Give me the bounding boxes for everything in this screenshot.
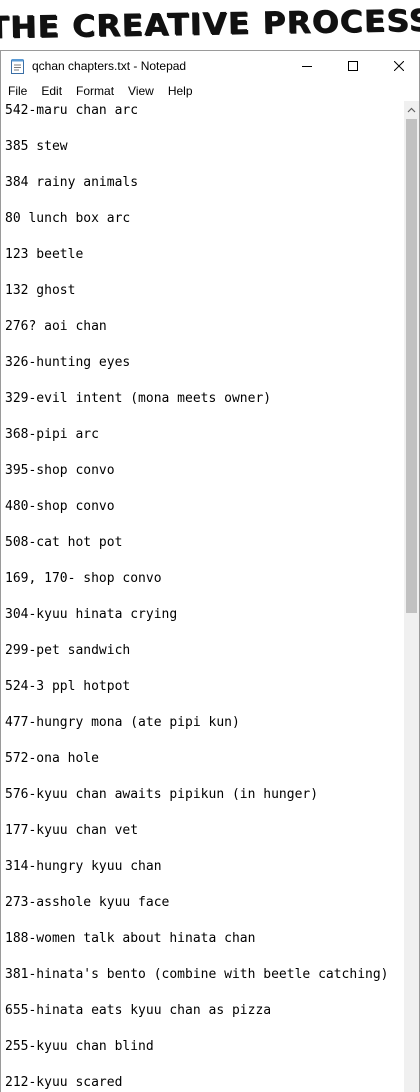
text-line: 314-hungry kyuu chan [5,859,162,874]
text-line: 188-women talk about hinata chan [5,931,256,946]
title-bar[interactable]: qchan chapters.txt - Notepad [1,51,419,81]
text-line: 655-hinata eats kyuu chan as pizza [5,1003,272,1018]
text-line: 480-shop convo [5,499,115,514]
text-line: 80 lunch box arc [5,211,131,226]
menu-format[interactable]: Format [69,81,121,101]
banner-title: THE CREATIVE PROCESS [0,2,420,46]
text-line: 273-asshole kyuu face [5,895,170,910]
text-line: 304-kyuu hinata crying [5,607,178,622]
text-line: 384 rainy animals [5,175,139,190]
close-button[interactable] [376,51,420,81]
menu-bar: File Edit Format View Help [1,81,419,101]
text-line: 524-3 ppl hotpot [5,679,131,694]
window-title: qchan chapters.txt - Notepad [32,59,187,73]
menu-view[interactable]: View [121,81,161,101]
text-line: 508-cat hot pot [5,535,123,550]
text-line: 255-kyuu chan blind [5,1039,154,1054]
text-line: 368-pipi arc [5,427,99,442]
text-line: 299-pet sandwich [5,643,131,658]
menu-help[interactable]: Help [161,81,200,101]
maximize-button[interactable] [330,51,376,81]
vertical-scrollbar[interactable] [404,101,419,1092]
text-line: 212-kyuu scared [5,1075,123,1090]
minimize-icon [302,66,312,67]
scroll-up-button[interactable] [404,101,419,118]
text-line: 329-evil intent (mona meets owner) [5,391,272,406]
text-line: 385 stew [5,139,68,154]
text-line: 395-shop convo [5,463,115,478]
text-line: 276? aoi chan [5,319,107,334]
text-line: 542-maru chan arc [5,103,139,118]
text-line: 177-kyuu chan vet [5,823,139,838]
text-editor-area[interactable]: 542-maru chan arc 385 stew 384 rainy ani… [1,101,404,1092]
notepad-icon [11,59,24,74]
maximize-icon [348,61,358,71]
text-line: 123 beetle [5,247,84,262]
text-line: 572-ona hole [5,751,99,766]
text-line: 576-kyuu chan awaits pipikun (in hunger) [5,787,319,802]
notepad-window: qchan chapters.txt - Notepad File Edit F… [0,50,420,1092]
minimize-button[interactable] [284,51,330,81]
text-line: 132 ghost [5,283,76,298]
menu-edit[interactable]: Edit [34,81,69,101]
menu-file[interactable]: File [1,81,34,101]
text-line: 477-hungry mona (ate pipi kun) [5,715,240,730]
close-icon [394,61,404,71]
text-line: 169, 170- shop convo [5,571,162,586]
scroll-thumb[interactable] [406,119,417,613]
text-line: 326-hunting eyes [5,355,131,370]
comic-banner: THE CREATIVE PROCESS [0,0,420,48]
chevron-up-icon [407,107,416,112]
text-line: 381-hinata's bento (combine with beetle … [5,967,389,982]
